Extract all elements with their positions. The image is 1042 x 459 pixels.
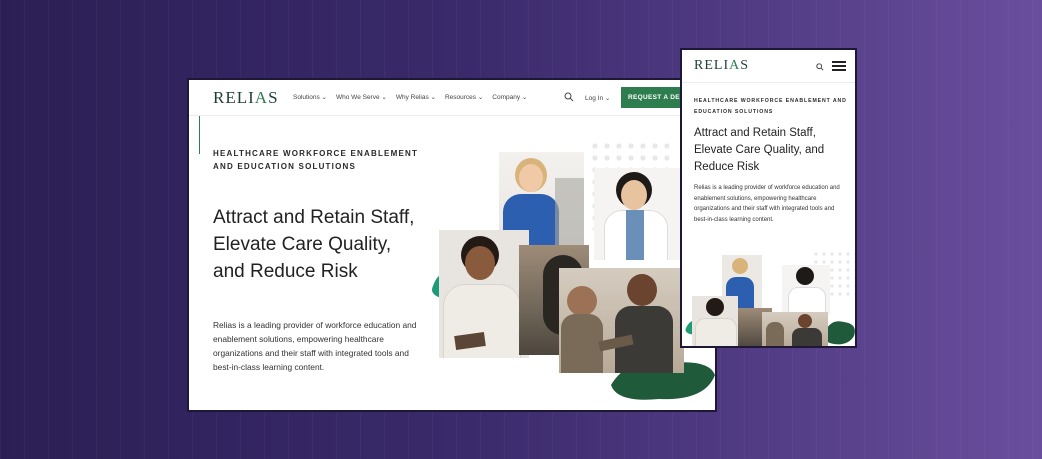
mobile-screenshot: RELIAS HEALTHCARE WORKFORCE ENABLEMENT A…	[680, 48, 857, 348]
accent-line	[199, 116, 200, 154]
nav-item-resources[interactable]: Resources ⌄	[445, 93, 483, 101]
desktop-screenshot: RELIAS Solutions ⌄ Who We Serve ⌄ Why Re…	[187, 78, 717, 412]
nav-item-why-relias[interactable]: Why Relias ⌄	[396, 93, 436, 101]
doctor-photo	[782, 265, 830, 315]
counseling-photo	[559, 268, 684, 373]
menu-icon[interactable]	[832, 61, 846, 71]
search-icon[interactable]	[816, 63, 824, 71]
mobile-nav-divider	[682, 82, 855, 83]
nav-item-company[interactable]: Company ⌄	[492, 93, 527, 101]
desktop-navbar: RELIAS Solutions ⌄ Who We Serve ⌄ Why Re…	[189, 80, 715, 116]
relias-logo[interactable]: RELIAS	[213, 88, 279, 108]
smiling-woman-photo	[692, 296, 738, 346]
smiling-woman-photo	[439, 230, 529, 358]
mobile-hero-eyebrow: HEALTHCARE WORKFORCE ENABLEMENT AND EDUC…	[694, 98, 847, 115]
nav-item-who-we-serve[interactable]: Who We Serve ⌄	[336, 93, 387, 101]
doctor-photo	[594, 168, 684, 260]
relias-logo-mobile[interactable]: RELIAS	[694, 58, 749, 74]
hero-eyebrow: HEALTHCARE WORKFORCE ENABLEMENT AND EDUC…	[213, 149, 419, 171]
search-icon[interactable]	[564, 92, 574, 102]
nav-item-solutions[interactable]: Solutions ⌄	[293, 93, 327, 101]
mobile-hero-title: Attract and Retain Staff, Elevate Care Q…	[694, 127, 825, 173]
desktop-nav-menu: Solutions ⌄ Who We Serve ⌄ Why Relias ⌄ …	[293, 93, 527, 101]
login-link[interactable]: Log In ⌄	[585, 94, 610, 102]
hero-title: Attract and Retain Staff, Elevate Care Q…	[213, 207, 415, 282]
counseling-photo	[762, 312, 828, 346]
hero-description: Relias is a leading provider of workforc…	[213, 320, 417, 372]
mobile-hero-description: Relias is a leading provider of workforc…	[694, 185, 840, 223]
